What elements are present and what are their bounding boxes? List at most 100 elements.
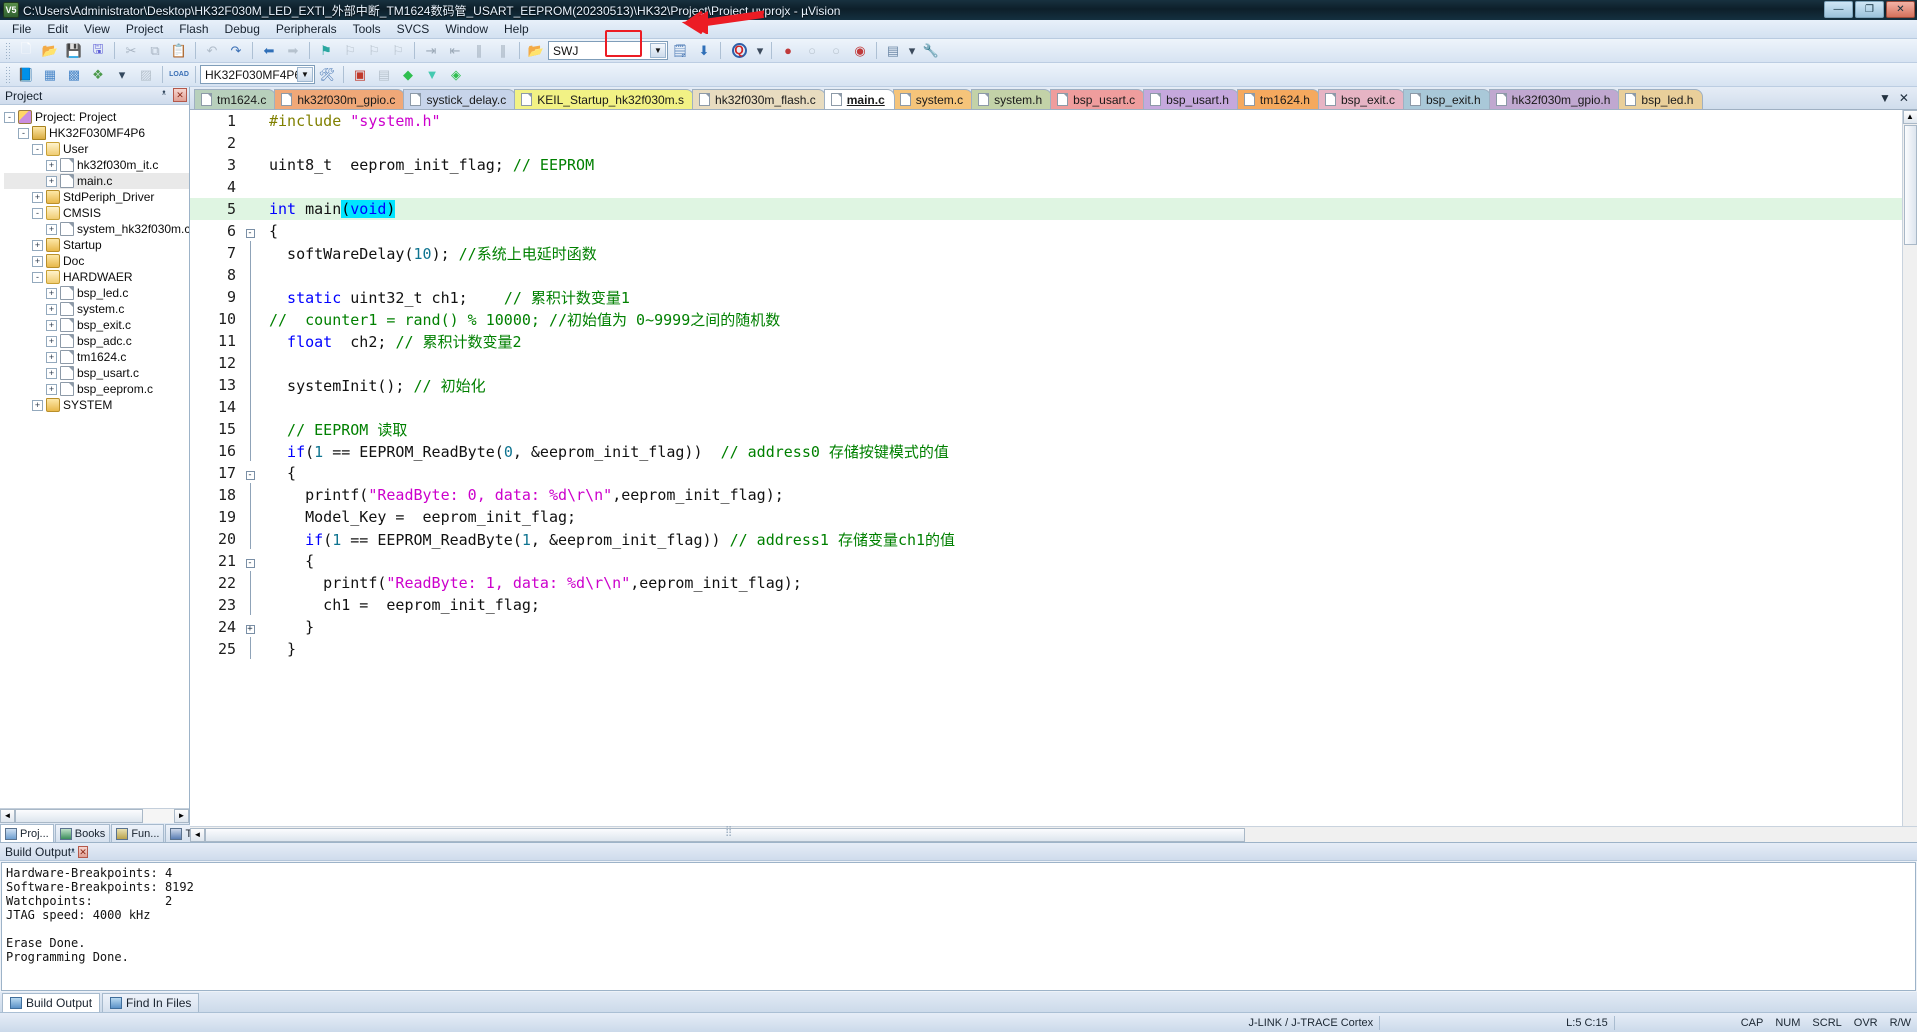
- configure-toolbars-button[interactable]: 🔧: [920, 40, 942, 61]
- tree-item-bsp-usart-c[interactable]: + bsp_usart.c: [4, 365, 189, 381]
- scroll-right-arrow-icon[interactable]: ►: [174, 809, 189, 823]
- comment-button[interactable]: ∥: [468, 40, 490, 61]
- build-pin-icon[interactable]: ᵜ: [71, 847, 75, 858]
- expand-icon[interactable]: +: [46, 159, 57, 171]
- menu-file[interactable]: File: [4, 20, 39, 38]
- navigate-backward-button[interactable]: ⬅: [258, 40, 280, 61]
- expand-icon[interactable]: +: [46, 335, 57, 347]
- expand-icon[interactable]: +: [46, 303, 57, 315]
- manage-windows-button[interactable]: ▤: [882, 40, 904, 61]
- expand-icon[interactable]: +: [32, 255, 43, 267]
- editor-tab-bsp-led-h[interactable]: bsp_led.h: [1618, 89, 1704, 109]
- code-line[interactable]: 21- {: [190, 550, 1902, 572]
- code-line[interactable]: 15 // EEPROM 读取: [190, 416, 1902, 440]
- editor-tab-hk32f030m-gpio-c[interactable]: hk32f030m_gpio.c: [274, 89, 406, 109]
- translate-button[interactable]: 📘: [15, 64, 37, 85]
- code-line[interactable]: 6-{: [190, 220, 1902, 242]
- toolbar-grip-2[interactable]: [5, 65, 11, 84]
- disable-all-breakpoints-button[interactable]: ○: [825, 40, 847, 61]
- code-line[interactable]: 25 }: [190, 636, 1902, 660]
- expand-icon[interactable]: +: [46, 383, 57, 395]
- components-button[interactable]: ◆: [397, 64, 419, 85]
- editor-tab-bsp-usart-h[interactable]: bsp_usart.h: [1143, 89, 1239, 109]
- expand-icon[interactable]: +: [46, 223, 57, 235]
- toolbar-grip[interactable]: [5, 41, 11, 60]
- manage-windows-dropdown-icon[interactable]: ▾: [906, 40, 918, 61]
- code-line[interactable]: 18 printf("ReadByte: 0, data: %d\r\n",ee…: [190, 482, 1902, 506]
- menu-tools[interactable]: Tools: [345, 20, 389, 38]
- expand-icon[interactable]: +: [46, 319, 57, 331]
- navigate-forward-button[interactable]: ➡: [282, 40, 304, 61]
- configure-button[interactable]: 🗒: [669, 40, 691, 61]
- project-pane-tab-books[interactable]: Books: [54, 824, 111, 842]
- menu-window[interactable]: Window: [437, 20, 496, 38]
- build-output-text[interactable]: Hardware-Breakpoints: 4 Software-Breakpoi…: [1, 862, 1916, 991]
- project-pane-tab-proj[interactable]: Proj...: [0, 824, 54, 842]
- scroll-track[interactable]: [15, 809, 174, 823]
- menu-edit[interactable]: Edit: [39, 20, 76, 38]
- editor-tab-bsp-exit-c[interactable]: bsp_exit.c: [1317, 89, 1405, 109]
- tree-item-bsp-exit-c[interactable]: + bsp_exit.c: [4, 317, 189, 333]
- code-line[interactable]: 14: [190, 394, 1902, 418]
- code-line[interactable]: 3 uint8_t eeprom_init_flag; // EEPROM: [190, 154, 1902, 176]
- code-line[interactable]: 9 static uint32_t ch1; // 累积计数变量1: [190, 284, 1902, 308]
- code-line[interactable]: 8: [190, 262, 1902, 286]
- tree-item-hardwaer[interactable]: - HARDWAER: [4, 269, 189, 285]
- paste-button[interactable]: 📋: [168, 40, 190, 61]
- code-line[interactable]: 20 if(1 == EEPROM_ReadByte(1, &eeprom_in…: [190, 526, 1902, 550]
- minimize-button[interactable]: —: [1824, 1, 1853, 18]
- tree-item-tm1624-c[interactable]: + tm1624.c: [4, 349, 189, 365]
- project-pane-tab-fun[interactable]: Fun...: [111, 824, 165, 842]
- clear-bookmarks-button[interactable]: ⚐: [387, 40, 409, 61]
- menu-svcs[interactable]: SVCS: [389, 20, 438, 38]
- code-line[interactable]: 11 float ch2; // 累积计数变量2: [190, 328, 1902, 352]
- tree-item-project-project[interactable]: - Project: Project: [4, 109, 189, 125]
- rebuild-button[interactable]: ▩: [63, 64, 85, 85]
- debug-adapter-select[interactable]: SWJ ▼: [548, 41, 668, 60]
- code-line[interactable]: 16 if(1 == EEPROM_ReadByte(0, &eeprom_in…: [190, 438, 1902, 462]
- outdent-button[interactable]: ⇤: [444, 40, 466, 61]
- code-line[interactable]: 13 systemInit(); // 初始化: [190, 372, 1902, 396]
- editor-vertical-thumb[interactable]: [1903, 125, 1917, 245]
- fold-collapse-icon[interactable]: -: [242, 555, 258, 568]
- target-options-button[interactable]: 🛠: [316, 64, 338, 85]
- next-bookmark-button[interactable]: ⚐: [363, 40, 385, 61]
- tree-item-system[interactable]: + SYSTEM: [4, 397, 189, 413]
- tree-item-stdperiph-driver[interactable]: + StdPeriph_Driver: [4, 189, 189, 205]
- editor-tab-hk32f030m-flash-c[interactable]: hk32f030m_flash.c: [692, 89, 826, 109]
- code-line[interactable]: 7 softWareDelay(10); //系统上电延时函数: [190, 240, 1902, 264]
- tree-item-system-hk32f030m-c[interactable]: + system_hk32f030m.c: [4, 221, 189, 237]
- pin-icon[interactable]: ᵜ: [157, 88, 171, 102]
- tree-item-bsp-eeprom-c[interactable]: + bsp_eeprom.c: [4, 381, 189, 397]
- expand-icon[interactable]: +: [46, 287, 57, 299]
- code-line[interactable]: 24 + }: [190, 616, 1902, 638]
- editor-tab-bsp-usart-c[interactable]: bsp_usart.c: [1050, 89, 1146, 109]
- build-button[interactable]: ▦: [39, 64, 61, 85]
- code-line[interactable]: 12: [190, 350, 1902, 374]
- code-line[interactable]: 22 printf("ReadByte: 1, data: %d\r\n",ee…: [190, 570, 1902, 594]
- fold-expand-icon[interactable]: +: [242, 621, 258, 634]
- uncomment-button[interactable]: ∥: [492, 40, 514, 61]
- disable-breakpoint-button[interactable]: ○: [801, 40, 823, 61]
- scroll-left-arrow-icon[interactable]: ◄: [0, 809, 15, 823]
- build-close-icon[interactable]: ✕: [78, 846, 88, 858]
- target-select[interactable]: HK32F030MF4P6 ▼: [200, 65, 315, 84]
- indent-button[interactable]: ⇥: [420, 40, 442, 61]
- editor-tab-system-c[interactable]: system.c: [892, 89, 974, 109]
- open-folder-button[interactable]: 📂: [525, 40, 547, 61]
- tree-item-hk32f030m-it-c[interactable]: + hk32f030m_it.c: [4, 157, 189, 173]
- close-button[interactable]: ✕: [1886, 1, 1915, 18]
- pack-installer-button[interactable]: ▼: [421, 64, 443, 85]
- manage-run-time-env-button[interactable]: ◈: [445, 64, 467, 85]
- collapse-icon[interactable]: -: [18, 127, 29, 139]
- code-line[interactable]: 17- {: [190, 462, 1902, 484]
- cut-button[interactable]: ✂: [120, 40, 142, 61]
- debug-session-dropdown-icon[interactable]: ▾: [754, 40, 766, 61]
- download-button[interactable]: ⬇: [693, 40, 715, 61]
- collapse-icon[interactable]: -: [32, 207, 43, 219]
- code-line[interactable]: 23 ch1 = eeprom_init_flag;: [190, 592, 1902, 616]
- project-horizontal-scrollbar[interactable]: ◄ ►: [0, 808, 189, 823]
- tree-item-user[interactable]: - User: [4, 141, 189, 157]
- code-area[interactable]: 1 #include "system.h" 2 3 uint8_t eeprom_ini…: [190, 110, 1902, 826]
- menu-peripherals[interactable]: Peripherals: [268, 20, 345, 38]
